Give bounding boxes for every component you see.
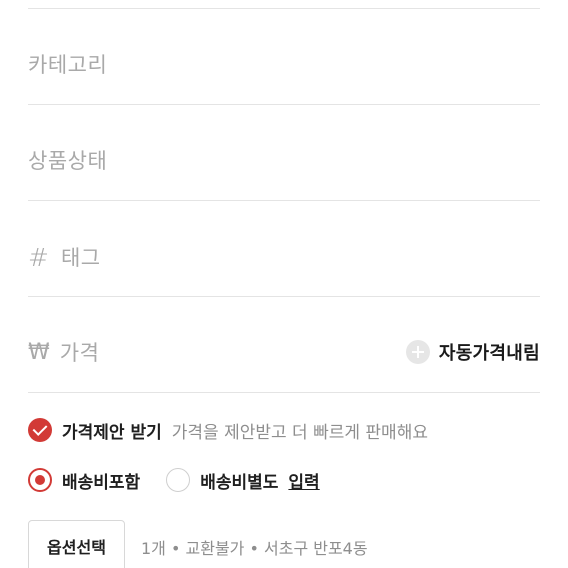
- tag-field[interactable]: # 태그: [28, 227, 540, 287]
- shipping-fee-input-link[interactable]: 입력: [288, 468, 319, 493]
- price-placeholder: 가격: [59, 341, 100, 365]
- price-offer-checkbox[interactable]: [28, 418, 52, 442]
- won-icon: ₩: [28, 339, 50, 365]
- price-offer-row: 가격제안 받기 가격을 제안받고 더 빠르게 판매해요: [28, 417, 428, 443]
- divider-category: [28, 104, 540, 105]
- price-offer-label: 가격제안 받기: [62, 422, 162, 443]
- condition-field[interactable]: 상품상태: [28, 130, 540, 190]
- divider-tag: [28, 296, 540, 297]
- option-select-button[interactable]: 옵션선택: [28, 520, 125, 568]
- divider-price: [28, 392, 540, 393]
- category-placeholder: 카테고리: [28, 53, 108, 77]
- shipping-separate-label: 배송비별도: [200, 472, 279, 493]
- plus-icon: [405, 340, 430, 364]
- shipping-included-radio[interactable]: [28, 468, 52, 492]
- shipping-row: 배송비포함 배송비별도 입력: [28, 466, 320, 494]
- shipping-included-label: 배송비포함: [62, 472, 141, 493]
- condition-placeholder: 상품상태: [28, 149, 108, 173]
- price-field[interactable]: ₩ 가격 자동가격내림: [28, 322, 540, 382]
- auto-price-drop-label: 자동가격내림: [438, 343, 540, 364]
- category-field[interactable]: 카테고리: [28, 34, 540, 94]
- divider-top: [28, 8, 540, 9]
- shipping-separate-radio[interactable]: [166, 468, 191, 492]
- hash-icon: #: [28, 242, 49, 272]
- tag-placeholder: 태그: [60, 246, 101, 270]
- divider-condition: [28, 200, 540, 201]
- auto-price-drop-button[interactable]: 자동가격내림: [405, 339, 540, 365]
- price-offer-description: 가격을 제안받고 더 빠르게 판매해요: [171, 422, 428, 443]
- option-summary: 1개 • 교환불가 • 서초구 반포4동: [141, 539, 368, 558]
